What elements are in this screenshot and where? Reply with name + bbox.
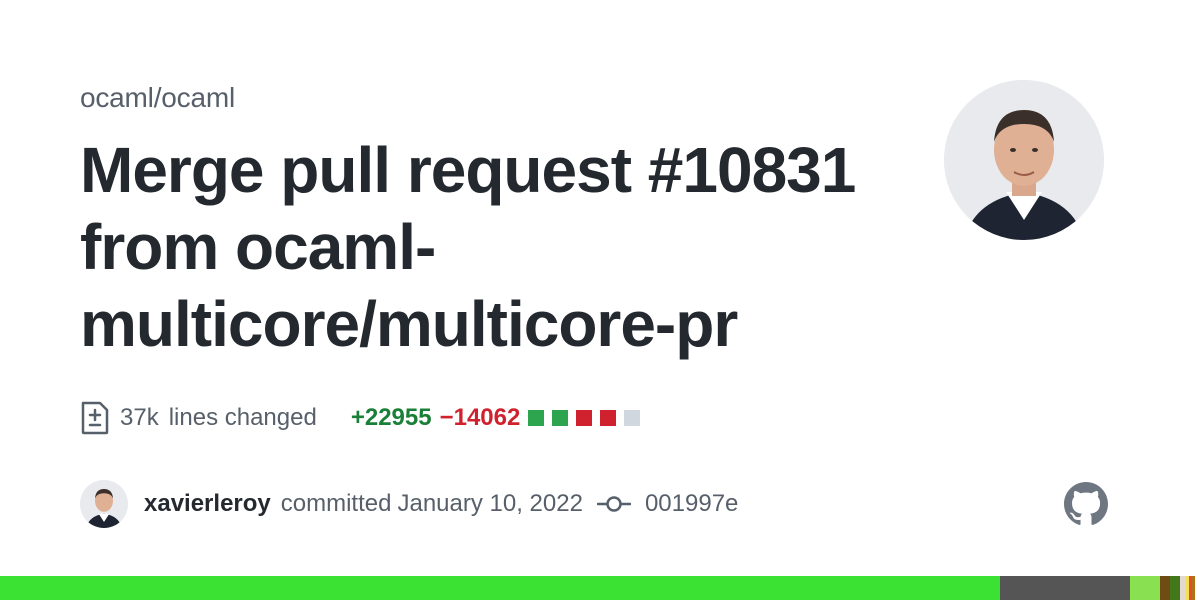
file-diff-icon <box>81 401 109 435</box>
additions-count: +22955 <box>350 404 432 431</box>
diff-square-deleted <box>576 410 593 426</box>
language-bar-segment <box>999 576 1130 600</box>
deletions-count: −14062 <box>439 404 521 431</box>
committed-label: committed <box>280 490 392 517</box>
author-avatar-small[interactable] <box>80 480 128 528</box>
commit-date: January 10, 2022 <box>397 490 583 517</box>
language-bar-segment <box>1194 576 1200 600</box>
commit-sha[interactable]: 001997e <box>645 490 738 518</box>
diff-square-neutral <box>624 410 641 426</box>
diff-squares <box>528 410 641 426</box>
diff-square-added <box>552 410 569 426</box>
language-bar-segment <box>1129 576 1160 600</box>
diff-square-added <box>528 410 545 426</box>
commit-meta: xavierleroy committed January 10, 2022 0… <box>80 480 738 528</box>
commit-title: Merge pull request #10831 from ocaml-mul… <box>80 134 856 360</box>
diff-square-deleted <box>600 410 617 426</box>
git-commit-icon <box>596 496 631 512</box>
lines-changed-label: lines changed <box>168 404 317 431</box>
language-bar-segment <box>0 576 1000 600</box>
diff-stats: 37k lines changed +22955 −14062 <box>80 398 641 438</box>
language-bar <box>0 576 1200 600</box>
author-avatar-large <box>944 80 1104 240</box>
author-name[interactable]: xavierleroy <box>144 490 271 518</box>
language-bar-segment <box>1159 576 1170 600</box>
language-bar-segment <box>1169 576 1180 600</box>
github-logo-icon[interactable] <box>1064 482 1108 526</box>
lines-changed-count: 37k <box>120 404 159 431</box>
repo-name[interactable]: ocaml/ocaml <box>80 82 235 114</box>
